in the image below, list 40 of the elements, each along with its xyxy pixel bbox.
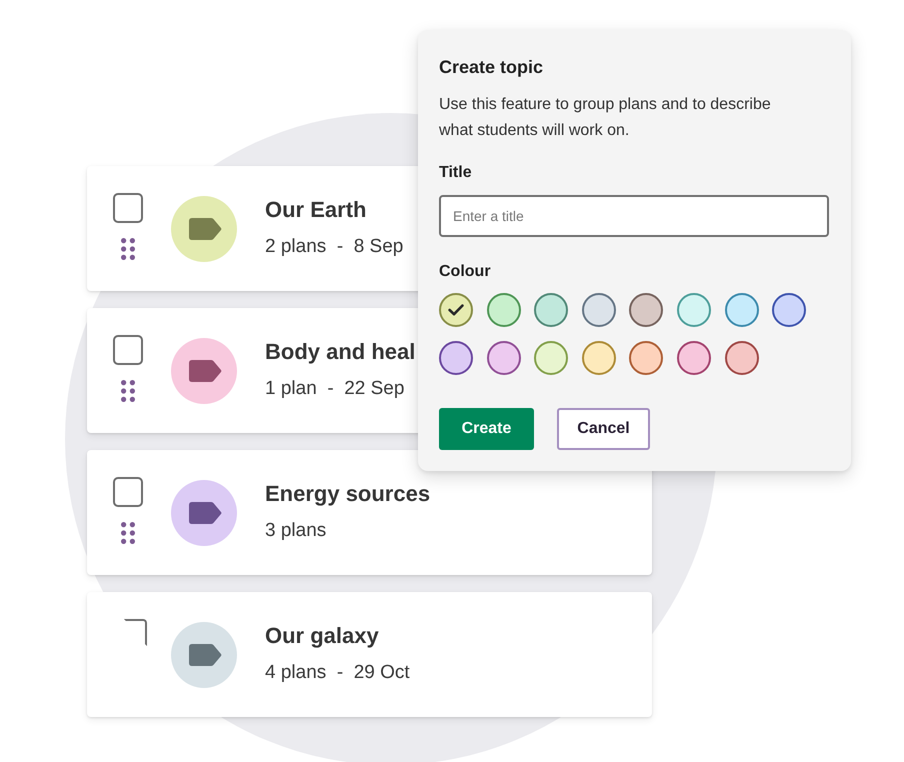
checkmark-icon	[448, 304, 464, 316]
field-label: Title	[439, 163, 473, 183]
colour-swatch[interactable]	[629, 293, 664, 327]
field-label: Colour	[439, 262, 492, 282]
colour-swatch[interactable]	[439, 341, 473, 375]
topic-title: Body and heal	[265, 338, 416, 366]
topic-details: 1 plan - 22 Sep	[265, 377, 406, 401]
dialog-description: Use this feature to group plans and to describe what students will work on.	[439, 95, 772, 141]
topic-title: Energy sources	[265, 480, 430, 508]
topic-details: 3 plans	[265, 519, 328, 543]
colour-swatch[interactable]	[534, 293, 568, 327]
create-button[interactable]: Create	[439, 408, 534, 450]
colour-swatch[interactable]	[582, 293, 616, 327]
colour-swatch[interactable]	[772, 293, 806, 327]
cancel-button[interactable]: Cancel	[557, 408, 650, 450]
topic-details: 4 plans - 29 Oct	[265, 661, 410, 685]
drag-handle-icon[interactable]	[121, 522, 135, 544]
title-input[interactable]: Enter a title	[439, 195, 829, 237]
topic-card[interactable]: Our galaxy 4 plans - 29 Oct	[87, 592, 652, 717]
topic-card[interactable]: Energy sources 3 plans	[87, 450, 652, 575]
checkbox[interactable]	[113, 193, 143, 223]
topic-title: Our Earth	[265, 196, 368, 224]
colour-swatch[interactable]	[582, 341, 616, 375]
colour-swatch[interactable]	[486, 293, 521, 327]
drag-handle-icon[interactable]	[121, 380, 135, 402]
colour-swatch[interactable]	[676, 293, 711, 327]
colour-swatch[interactable]	[486, 341, 521, 375]
colour-swatch[interactable]	[439, 293, 473, 327]
colour-swatch[interactable]	[629, 341, 664, 375]
colour-swatch[interactable]	[534, 341, 568, 375]
topic-title: Our galaxy	[265, 622, 380, 650]
drag-handle-icon[interactable]	[121, 238, 135, 260]
checkbox[interactable]	[113, 477, 143, 507]
colour-swatch[interactable]	[724, 293, 759, 327]
colour-swatch[interactable]	[676, 341, 711, 375]
topic-details: 2 plans - 8 Sep	[265, 235, 404, 259]
colour-swatch[interactable]	[724, 341, 759, 375]
dialog-title: Create topic	[439, 56, 544, 79]
checkbox[interactable]	[124, 619, 146, 646]
checkbox[interactable]	[113, 335, 143, 365]
